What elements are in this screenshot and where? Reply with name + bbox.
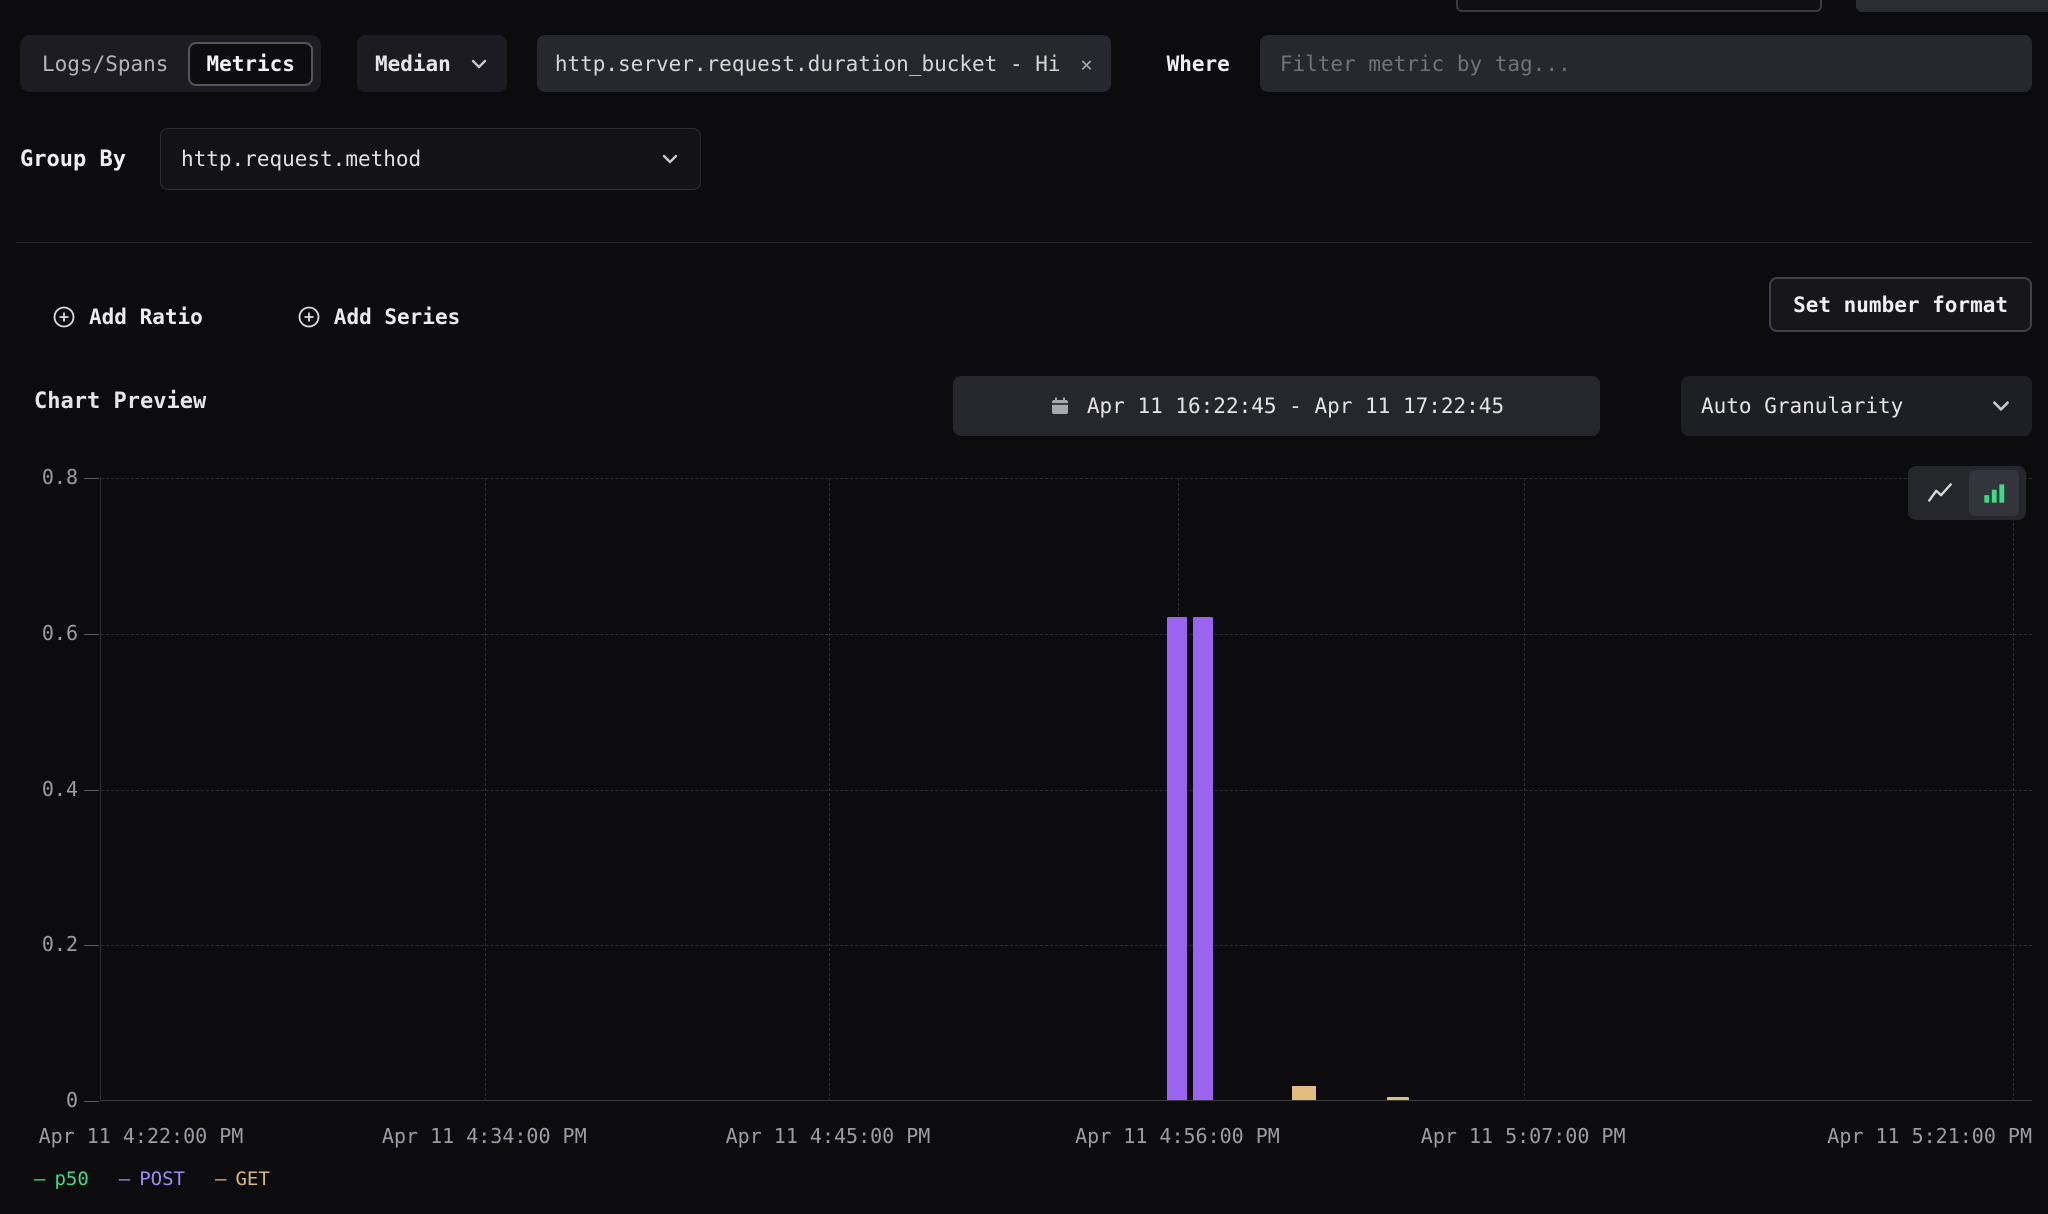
- chart-preview-title: Chart Preview: [34, 389, 206, 414]
- add-ratio-button[interactable]: Add Ratio: [52, 305, 203, 329]
- x-tick-label: Apr 11 4:22:00 PM: [39, 1124, 244, 1148]
- granularity-dropdown[interactable]: Auto Granularity: [1681, 376, 2032, 436]
- time-range-value: Apr 11 16:22:45 - Apr 11 17:22:45: [1087, 394, 1504, 418]
- x-tick-label: Apr 11 4:56:00 PM: [1075, 1124, 1280, 1148]
- chevron-down-icon: [660, 149, 680, 169]
- y-tick-label: 0: [20, 1088, 78, 1112]
- aggregation-value: Median: [375, 52, 451, 76]
- cutoff-top-button[interactable]: [1856, 0, 2048, 12]
- group-by-label: Group By: [20, 147, 126, 172]
- section-divider: [16, 242, 2032, 243]
- horizontal-gridline: [101, 945, 2032, 946]
- set-number-format-label: Set number format: [1793, 293, 2008, 317]
- vertical-gridline: [485, 478, 486, 1101]
- vertical-gridline: [2013, 478, 2014, 1101]
- legend-item-GET[interactable]: — GET: [215, 1168, 270, 1190]
- vertical-gridline: [829, 478, 830, 1101]
- x-tick-label: Apr 11 5:21:00 PM: [1827, 1124, 2032, 1148]
- chart-legend: — p50 — POST — GET: [34, 1168, 270, 1190]
- metric-chip[interactable]: http.server.request.duration_bucket - Hi…: [537, 35, 1111, 92]
- time-range-picker[interactable]: Apr 11 16:22:45 - Apr 11 17:22:45: [953, 376, 1600, 436]
- actions-row: Add Ratio Add Series: [52, 292, 460, 342]
- legend-swatch: —: [215, 1168, 226, 1190]
- toggle-logs-spans[interactable]: Logs/Spans: [28, 52, 182, 76]
- y-tick-mark: [84, 790, 99, 791]
- chart-plot-area: [100, 478, 2032, 1101]
- bar-POST: [1193, 617, 1213, 1100]
- y-tick-mark: [84, 1101, 99, 1102]
- group-by-dropdown[interactable]: http.request.method: [160, 128, 701, 190]
- horizontal-gridline: [101, 790, 2032, 791]
- y-tick-label: 0.4: [20, 777, 78, 801]
- chevron-down-icon: [469, 54, 489, 74]
- metrics-query-builder-page: Logs/Spans Metrics Median http.server.re…: [0, 0, 2048, 1214]
- group-by-value: http.request.method: [181, 147, 421, 171]
- bar-chart-icon: [1980, 479, 2008, 507]
- legend-swatch: —: [34, 1168, 45, 1190]
- y-tick-label: 0.2: [20, 932, 78, 956]
- chart-preview: 00.20.40.60.8 Apr 11 4:22:00 PMApr 11 4:…: [20, 464, 2032, 1212]
- y-tick-mark: [84, 634, 99, 635]
- cutoff-top-input[interactable]: [1456, 0, 1822, 12]
- aggregation-dropdown[interactable]: Median: [357, 35, 507, 92]
- plus-circle-icon: [52, 305, 76, 329]
- legend-label: p50: [54, 1168, 88, 1190]
- legend-swatch: —: [119, 1168, 130, 1190]
- chevron-down-icon: [1990, 395, 2012, 417]
- add-ratio-label: Add Ratio: [89, 305, 203, 329]
- group-by-row: Group By http.request.method: [20, 128, 701, 190]
- x-tick-label: Apr 11 4:45:00 PM: [726, 1124, 931, 1148]
- bar-GET: [1292, 1086, 1316, 1100]
- query-row: Logs/Spans Metrics Median http.server.re…: [20, 35, 2032, 92]
- metric-chip-label: http.server.request.duration_bucket - Hi: [555, 52, 1061, 76]
- filter-metric-input[interactable]: [1260, 35, 2032, 92]
- x-axis: Apr 11 4:22:00 PMApr 11 4:34:00 PMApr 11…: [100, 1124, 2032, 1152]
- toggle-metrics[interactable]: Metrics: [188, 42, 313, 86]
- source-toggle: Logs/Spans Metrics: [20, 35, 321, 92]
- legend-label: GET: [235, 1168, 269, 1190]
- y-tick-mark: [84, 945, 99, 946]
- set-number-format-button[interactable]: Set number format: [1769, 277, 2032, 332]
- vertical-gridline: [1524, 478, 1525, 1101]
- x-tick-label: Apr 11 4:34:00 PM: [382, 1124, 587, 1148]
- y-tick-label: 0.8: [20, 465, 78, 489]
- where-label: Where: [1167, 52, 1230, 76]
- bar-chart-button[interactable]: [1969, 470, 2019, 516]
- chart-type-toggle: [1908, 466, 2026, 520]
- horizontal-gridline: [101, 478, 2032, 479]
- chart-header: Chart Preview Apr 11 16:22:45 - Apr 11 1…: [0, 375, 2048, 437]
- bar-GET: [1387, 1097, 1409, 1100]
- line-chart-button[interactable]: [1915, 470, 1965, 516]
- granularity-value: Auto Granularity: [1701, 394, 1903, 418]
- line-chart-icon: [1926, 479, 1954, 507]
- horizontal-gridline: [101, 634, 2032, 635]
- legend-item-POST[interactable]: — POST: [119, 1168, 185, 1190]
- y-tick-mark: [84, 478, 99, 479]
- close-icon[interactable]: ✕: [1081, 52, 1093, 76]
- add-series-label: Add Series: [334, 305, 460, 329]
- y-tick-label: 0.6: [20, 621, 78, 645]
- bar-POST: [1167, 617, 1187, 1100]
- plus-circle-icon: [297, 305, 321, 329]
- legend-item-p50[interactable]: — p50: [34, 1168, 89, 1190]
- x-tick-label: Apr 11 5:07:00 PM: [1421, 1124, 1626, 1148]
- legend-label: POST: [139, 1168, 185, 1190]
- add-series-button[interactable]: Add Series: [297, 305, 460, 329]
- calendar-icon: [1049, 395, 1071, 417]
